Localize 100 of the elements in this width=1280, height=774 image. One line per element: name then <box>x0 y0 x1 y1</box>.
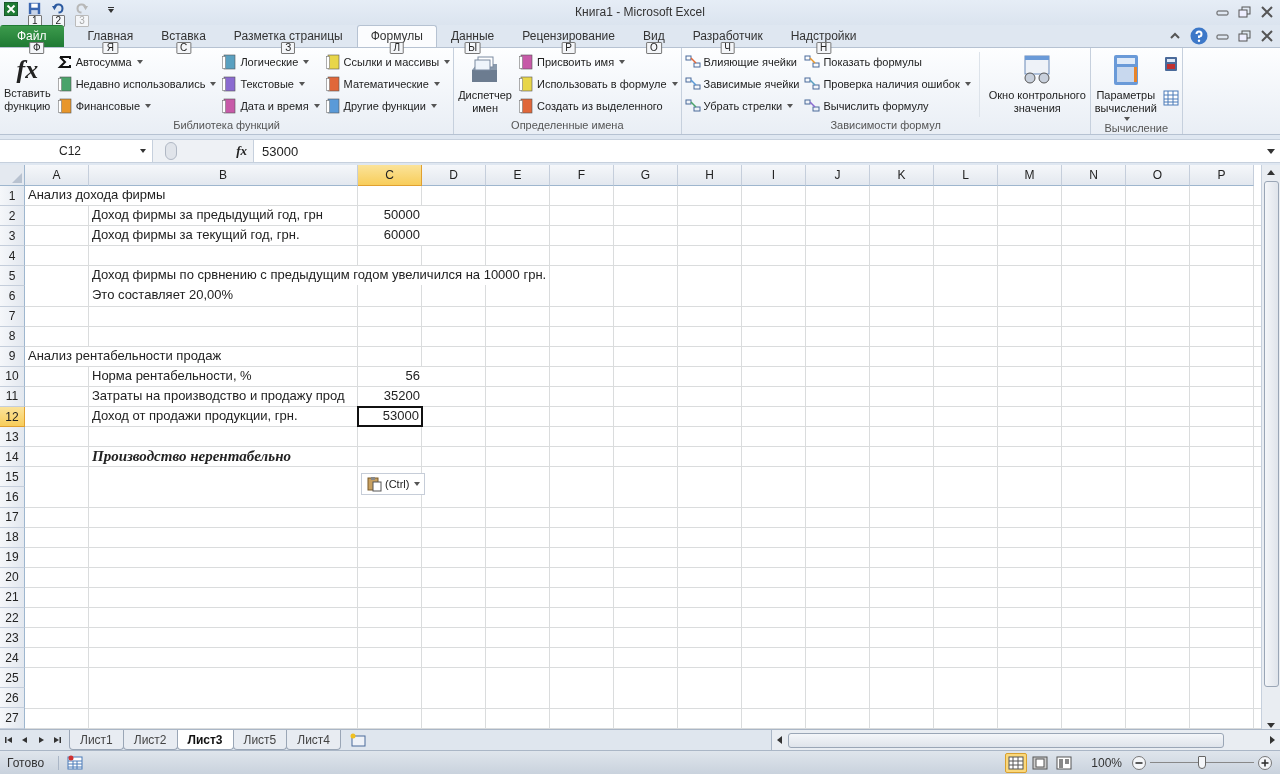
ribbon-button[interactable]: Дата и время <box>221 96 320 115</box>
zoom-slider-thumb[interactable] <box>1198 755 1206 769</box>
close-icon[interactable] <box>1260 30 1274 42</box>
undo-icon[interactable] <box>51 2 65 15</box>
row-header[interactable]: 14 <box>0 447 25 468</box>
zoom-in-icon[interactable] <box>1258 755 1272 770</box>
row-header[interactable]: 20 <box>0 567 25 588</box>
next-sheet-icon[interactable] <box>36 735 46 745</box>
row-header[interactable]: 27 <box>0 708 25 729</box>
row-header[interactable]: 25 <box>0 668 25 689</box>
column-header[interactable]: J <box>806 165 870 186</box>
row-header[interactable]: 11 <box>0 386 25 408</box>
column-header[interactable]: F <box>550 165 614 186</box>
row-header[interactable]: 22 <box>0 607 25 629</box>
row-header[interactable]: 12 <box>0 407 25 428</box>
ribbon-button[interactable]: Вычислить формулу <box>804 96 971 115</box>
ribbon-button[interactable]: Ссылки и массивы <box>324 52 451 71</box>
ribbon-large-button[interactable]: Параметры вычислений <box>1093 52 1158 122</box>
restore-icon[interactable] <box>1238 30 1252 42</box>
ribbon-button[interactable]: Недавно использовались <box>56 74 217 93</box>
ribbon-button[interactable]: Логические <box>221 52 320 71</box>
column-header[interactable]: G <box>614 165 678 186</box>
column-header[interactable]: M <box>998 165 1062 186</box>
row-header[interactable]: 3 <box>0 226 25 247</box>
row-header[interactable]: 26 <box>0 688 25 709</box>
vertical-scrollbar[interactable] <box>1261 165 1280 729</box>
column-header[interactable]: K <box>870 165 934 186</box>
name-box[interactable]: C12 <box>0 140 140 162</box>
row-header[interactable]: 21 <box>0 587 25 608</box>
row-header[interactable]: 7 <box>0 306 25 327</box>
row-header[interactable]: 10 <box>0 366 25 387</box>
sheet-tab[interactable]: Лист2 <box>122 730 178 750</box>
column-header[interactable]: E <box>486 165 550 186</box>
row-header[interactable]: 8 <box>0 326 25 347</box>
row-header[interactable]: 19 <box>0 547 25 568</box>
paste-options-button[interactable]: (Ctrl) <box>361 473 426 495</box>
expand-formula-bar-icon[interactable] <box>1266 146 1276 156</box>
row-header[interactable]: 15 <box>0 467 25 488</box>
ribbon-button[interactable]: Математические <box>324 74 451 93</box>
row-header[interactable]: 23 <box>0 628 25 649</box>
ribbon-large-button[interactable]: Диспетчер имен <box>457 52 513 119</box>
column-header[interactable]: D <box>422 165 486 186</box>
ribbon-button[interactable]: Влияющие ячейки <box>684 52 800 71</box>
column-header[interactable]: P <box>1190 165 1254 186</box>
ribbon-button[interactable]: Зависимые ячейки <box>684 74 800 93</box>
sheet-tab[interactable]: Лист1 <box>69 730 124 750</box>
ribbon-button[interactable]: Убрать стрелки <box>684 96 800 115</box>
previous-sheet-icon[interactable] <box>20 735 30 745</box>
row-header[interactable]: 24 <box>0 648 25 669</box>
ribbon-button[interactable]: Автосумма <box>56 52 217 71</box>
scroll-left-icon[interactable] <box>776 736 784 744</box>
row-header[interactable]: 18 <box>0 527 25 548</box>
splitter-handle[interactable] <box>165 142 177 160</box>
column-header[interactable]: I <box>742 165 806 186</box>
ribbon-large-button[interactable]: Окно контрольного значения <box>987 52 1087 119</box>
scroll-up-icon[interactable] <box>1267 169 1275 177</box>
sheet-tab[interactable]: Лист3 <box>176 730 234 750</box>
ribbon-button[interactable]: Создать из выделенного <box>518 96 678 115</box>
close-icon[interactable] <box>1260 6 1274 18</box>
restore-icon[interactable] <box>1238 6 1252 18</box>
save-icon[interactable] <box>28 2 42 15</box>
macro-recording-icon[interactable] <box>67 754 84 771</box>
column-header[interactable]: O <box>1126 165 1190 186</box>
first-sheet-icon[interactable] <box>4 735 14 745</box>
zoom-out-icon[interactable] <box>1132 755 1146 770</box>
ribbon-button[interactable]: Текстовые <box>221 74 320 93</box>
insert-function-button[interactable]: fx <box>236 143 247 159</box>
row-header[interactable]: 16 <box>0 487 25 508</box>
calculator-icon[interactable] <box>1162 56 1179 72</box>
view-button[interactable] <box>1005 752 1028 773</box>
last-sheet-icon[interactable] <box>52 735 62 745</box>
ribbon-button[interactable]: Проверка наличия ошибок <box>804 74 971 93</box>
row-header[interactable]: 4 <box>0 246 25 267</box>
column-header[interactable]: H <box>678 165 742 186</box>
zoom-level[interactable]: 100% <box>1091 755 1122 770</box>
caret-icon[interactable] <box>140 149 146 153</box>
ribbon-button[interactable]: Использовать в формуле <box>518 74 678 93</box>
ribbon-button[interactable]: Показать формулы <box>804 52 971 71</box>
formula-field[interactable]: 53000 <box>254 140 1262 162</box>
column-header[interactable]: L <box>934 165 998 186</box>
row-header[interactable]: 2 <box>0 206 25 227</box>
sheet-tab[interactable]: Лист5 <box>232 730 288 750</box>
spreadsheet-app-icon[interactable] <box>4 2 18 16</box>
column-header[interactable]: N <box>1062 165 1126 186</box>
ribbon-large-button[interactable]: fx Вставить функцию <box>3 52 52 119</box>
column-header[interactable]: C <box>358 165 422 186</box>
ribbon-button[interactable]: Финансовые <box>56 96 217 115</box>
row-header[interactable]: 1 <box>0 186 25 207</box>
horizontal-scrollbar[interactable] <box>771 730 1280 750</box>
ribbon-button[interactable]: Другие функции <box>324 96 451 115</box>
sheet-tab[interactable]: Лист4 <box>286 730 342 750</box>
help-icon[interactable] <box>1190 27 1208 45</box>
row-header[interactable]: 17 <box>0 507 25 528</box>
scroll-right-icon[interactable] <box>1268 736 1276 744</box>
row-header[interactable]: 5 <box>0 266 25 287</box>
row-header[interactable]: 13 <box>0 427 25 448</box>
row-header[interactable]: 9 <box>0 346 25 367</box>
column-header[interactable]: A <box>25 165 89 186</box>
customize-caret-icon[interactable] <box>106 6 115 14</box>
column-header[interactable]: B <box>89 165 358 186</box>
